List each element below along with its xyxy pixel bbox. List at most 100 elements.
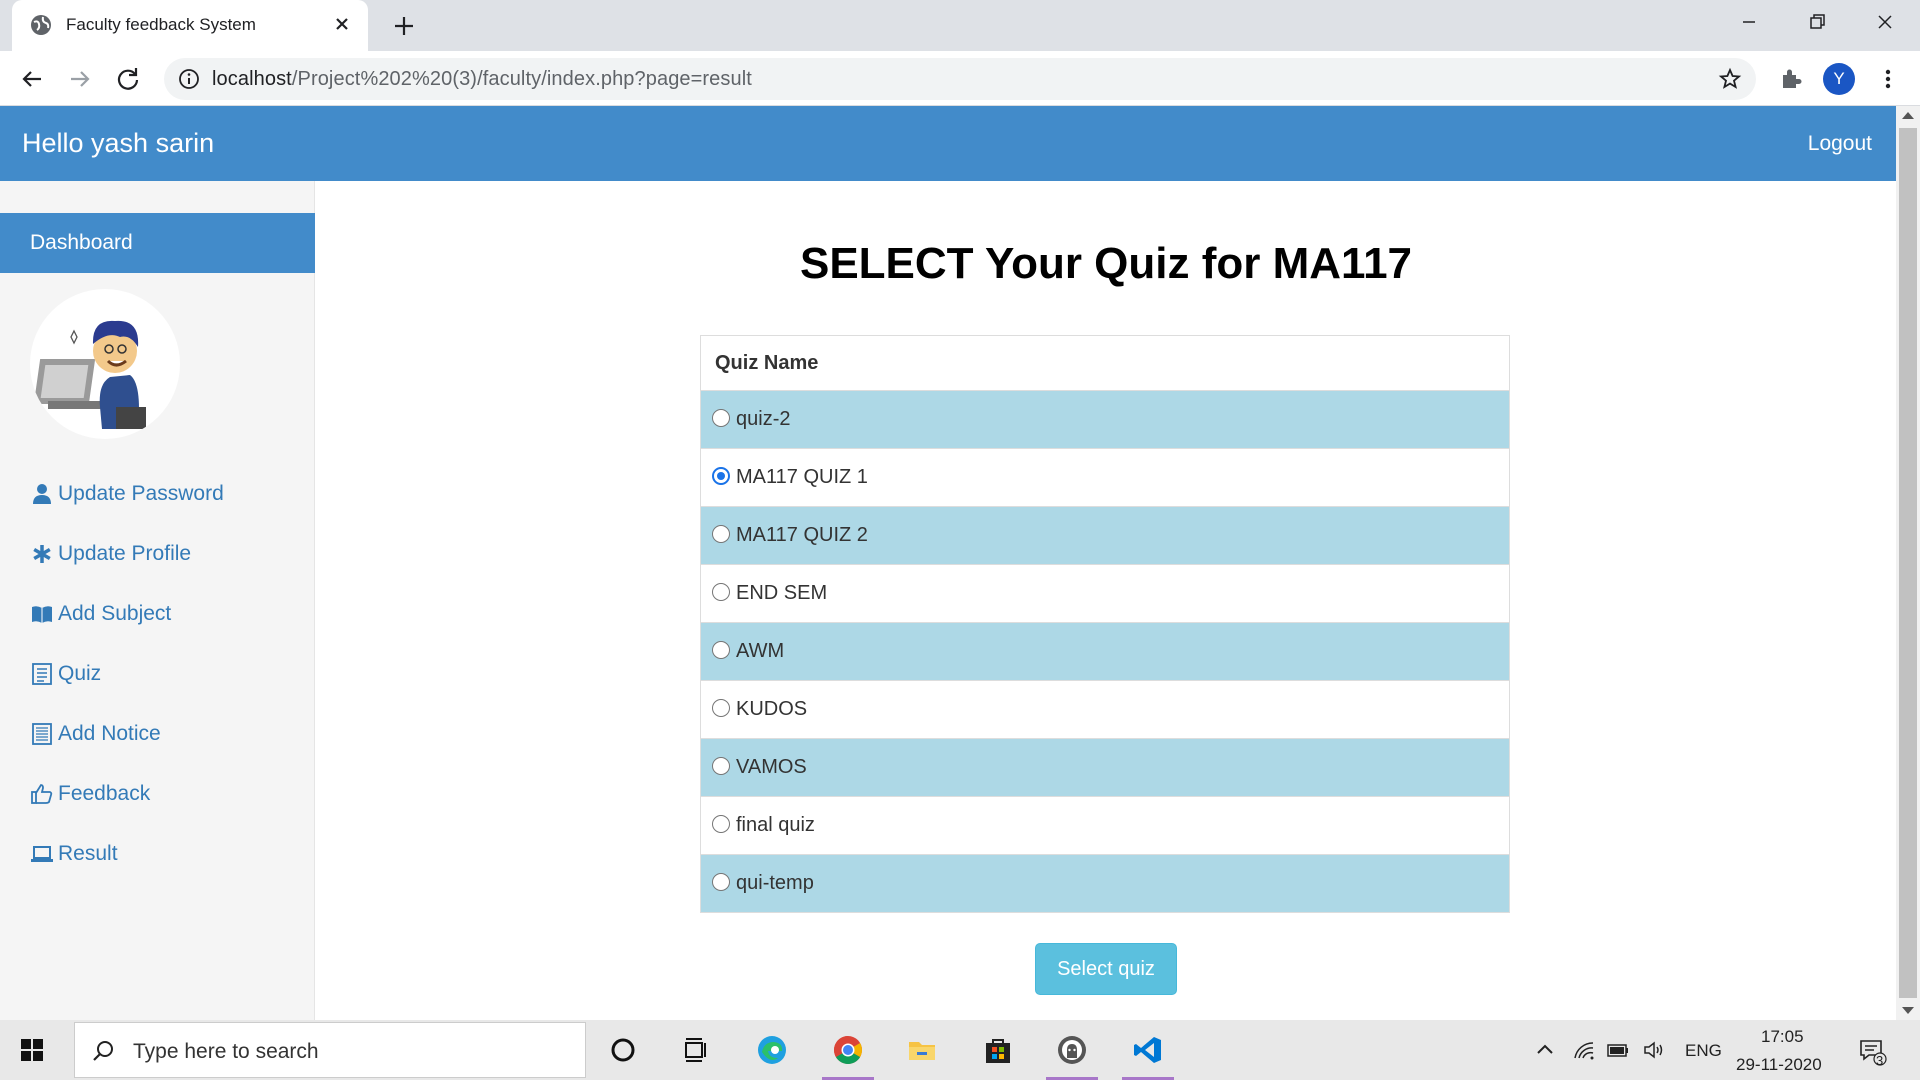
url-text: localhost/Project%202%20(3)/faculty/inde…	[212, 68, 752, 90]
restore-icon[interactable]	[1794, 8, 1840, 38]
bookmark-star-icon[interactable]	[1718, 67, 1742, 91]
wifi-icon[interactable]	[1572, 1038, 1596, 1062]
extensions-icon[interactable]	[1775, 63, 1807, 95]
table-row[interactable]: KUDOS	[700, 680, 1510, 739]
quiz-radio[interactable]	[712, 699, 730, 717]
quiz-radio[interactable]	[712, 583, 730, 601]
quiz-name: AWM	[736, 640, 785, 662]
table-row[interactable]: quiz-2	[700, 390, 1510, 449]
taskbar-search-box[interactable]: Type here to search	[74, 1022, 586, 1078]
quiz-table: Quiz Name quiz-2 MA117 QUIZ 1 MA117 QUIZ…	[700, 335, 1510, 913]
sidebar-item-label: Result	[58, 842, 118, 865]
page-title: SELECT Your Quiz for MA117	[799, 239, 1413, 288]
sidebar-item-quiz[interactable]: Quiz	[30, 658, 101, 690]
volume-icon[interactable]	[1642, 1038, 1666, 1062]
reload-icon[interactable]	[112, 63, 144, 95]
search-icon	[91, 1039, 115, 1063]
thumbs-up-icon	[30, 782, 54, 806]
list-icon	[30, 662, 54, 686]
quiz-radio[interactable]	[712, 815, 730, 833]
tab-title: Faculty feedback System	[66, 15, 256, 34]
cortana-icon[interactable]	[593, 1020, 653, 1080]
address-bar[interactable]: localhost/Project%202%20(3)/faculty/inde…	[164, 58, 1756, 100]
sidebar-item-label: Feedback	[58, 782, 151, 805]
sidebar-item-label: Update Profile	[58, 542, 192, 565]
edge-browser-icon[interactable]	[742, 1020, 802, 1080]
sidebar-item-label: Quiz	[58, 662, 102, 685]
info-icon[interactable]	[178, 68, 200, 90]
quiz-radio[interactable]	[712, 757, 730, 775]
file-explorer-icon[interactable]	[892, 1020, 952, 1080]
table-row[interactable]: qui-temp	[700, 854, 1510, 913]
windows-taskbar: Type here to search ENG 17:05 29-11-2020…	[0, 1020, 1920, 1080]
language-indicator[interactable]: ENG	[1685, 1041, 1722, 1061]
close-tab-icon[interactable]	[330, 12, 354, 36]
page-scrollbar[interactable]	[1896, 106, 1920, 1020]
sidebar-item-label: Add Notice	[58, 722, 161, 745]
sidebar-item-update-password[interactable]: Update Password	[30, 478, 224, 510]
table-row[interactable]: MA117 QUIZ 1	[700, 448, 1510, 507]
table-row[interactable]: AWM	[700, 622, 1510, 681]
search-placeholder: Type here to search	[133, 1040, 319, 1063]
close-window-icon[interactable]	[1862, 8, 1908, 38]
chrome-browser-icon[interactable]	[818, 1020, 878, 1080]
forward-icon[interactable]	[64, 63, 96, 95]
quiz-name: final quiz	[736, 814, 815, 836]
new-tab-icon[interactable]	[390, 12, 418, 40]
battery-icon[interactable]	[1606, 1038, 1630, 1062]
task-view-icon[interactable]	[666, 1020, 726, 1080]
sidebar-item-add-subject[interactable]: Add Subject	[30, 598, 171, 630]
sidebar-item-add-notice[interactable]: Add Notice	[30, 718, 161, 750]
clock-time[interactable]: 17:05	[1761, 1027, 1804, 1047]
browser-tab-bar: Faculty feedback System	[0, 0, 1920, 51]
select-quiz-button[interactable]: Select quiz	[1035, 943, 1177, 995]
menu-kebab-icon[interactable]	[1872, 63, 1904, 95]
quiz-radio[interactable]	[712, 525, 730, 543]
table-header-quiz-name: Quiz Name	[700, 335, 1510, 391]
quiz-radio[interactable]	[712, 873, 730, 891]
quiz-radio[interactable]	[712, 409, 730, 427]
github-desktop-icon[interactable]	[1042, 1020, 1102, 1080]
sidebar-item-update-profile[interactable]: Update Profile	[30, 538, 191, 570]
scroll-down-icon[interactable]	[1902, 1007, 1914, 1014]
scroll-up-icon[interactable]	[1902, 112, 1914, 119]
vscode-icon[interactable]	[1118, 1020, 1178, 1080]
browser-toolbar: localhost/Project%202%20(3)/faculty/inde…	[0, 51, 1920, 106]
browser-tab[interactable]: Faculty feedback System	[12, 0, 368, 51]
table-row[interactable]: MA117 QUIZ 2	[700, 506, 1510, 565]
sidebar-dashboard[interactable]: Dashboard	[0, 213, 315, 273]
clock-date[interactable]: 29-11-2020	[1736, 1055, 1822, 1075]
sidebar-item-result[interactable]: Result	[30, 838, 118, 870]
main-content: SELECT Your Quiz for MA117 Quiz Name qui…	[316, 181, 1896, 1020]
windows-start-icon[interactable]	[20, 1038, 44, 1062]
greeting-text: Hello yash sarin	[22, 128, 215, 158]
page-viewport: Hello yash sarin Logout Dashboard Update…	[0, 106, 1896, 1020]
notice-icon	[30, 722, 54, 746]
table-row[interactable]: final quiz	[700, 796, 1510, 855]
table-row[interactable]: END SEM	[700, 564, 1510, 623]
laptop-icon	[30, 842, 54, 866]
quiz-name: MA117 QUIZ 2	[736, 524, 868, 546]
chevron-up-icon[interactable]	[1533, 1038, 1557, 1062]
profile-avatar[interactable]: Y	[1823, 63, 1855, 95]
back-icon[interactable]	[16, 63, 48, 95]
quiz-name: END SEM	[736, 582, 828, 604]
user-icon	[30, 482, 54, 506]
quiz-radio[interactable]	[712, 641, 730, 659]
quiz-radio[interactable]	[712, 467, 730, 485]
notification-count: 3	[1876, 1053, 1884, 1068]
logout-link[interactable]: Logout	[1808, 132, 1872, 156]
scrollbar-thumb[interactable]	[1899, 128, 1917, 998]
quiz-name: VAMOS	[736, 756, 807, 778]
sidebar-item-label: Add Subject	[58, 602, 172, 625]
minimize-icon[interactable]	[1726, 8, 1772, 38]
top-navbar: Hello yash sarin Logout	[0, 106, 1896, 181]
avatar	[30, 289, 180, 439]
quiz-name: MA117 QUIZ 1	[736, 466, 868, 488]
microsoft-store-icon[interactable]	[968, 1020, 1028, 1080]
sidebar-item-label: Update Password	[58, 482, 224, 505]
table-row[interactable]: VAMOS	[700, 738, 1510, 797]
quiz-name: quiz-2	[736, 408, 791, 430]
book-icon	[30, 602, 54, 626]
sidebar-item-feedback[interactable]: Feedback	[30, 778, 150, 810]
